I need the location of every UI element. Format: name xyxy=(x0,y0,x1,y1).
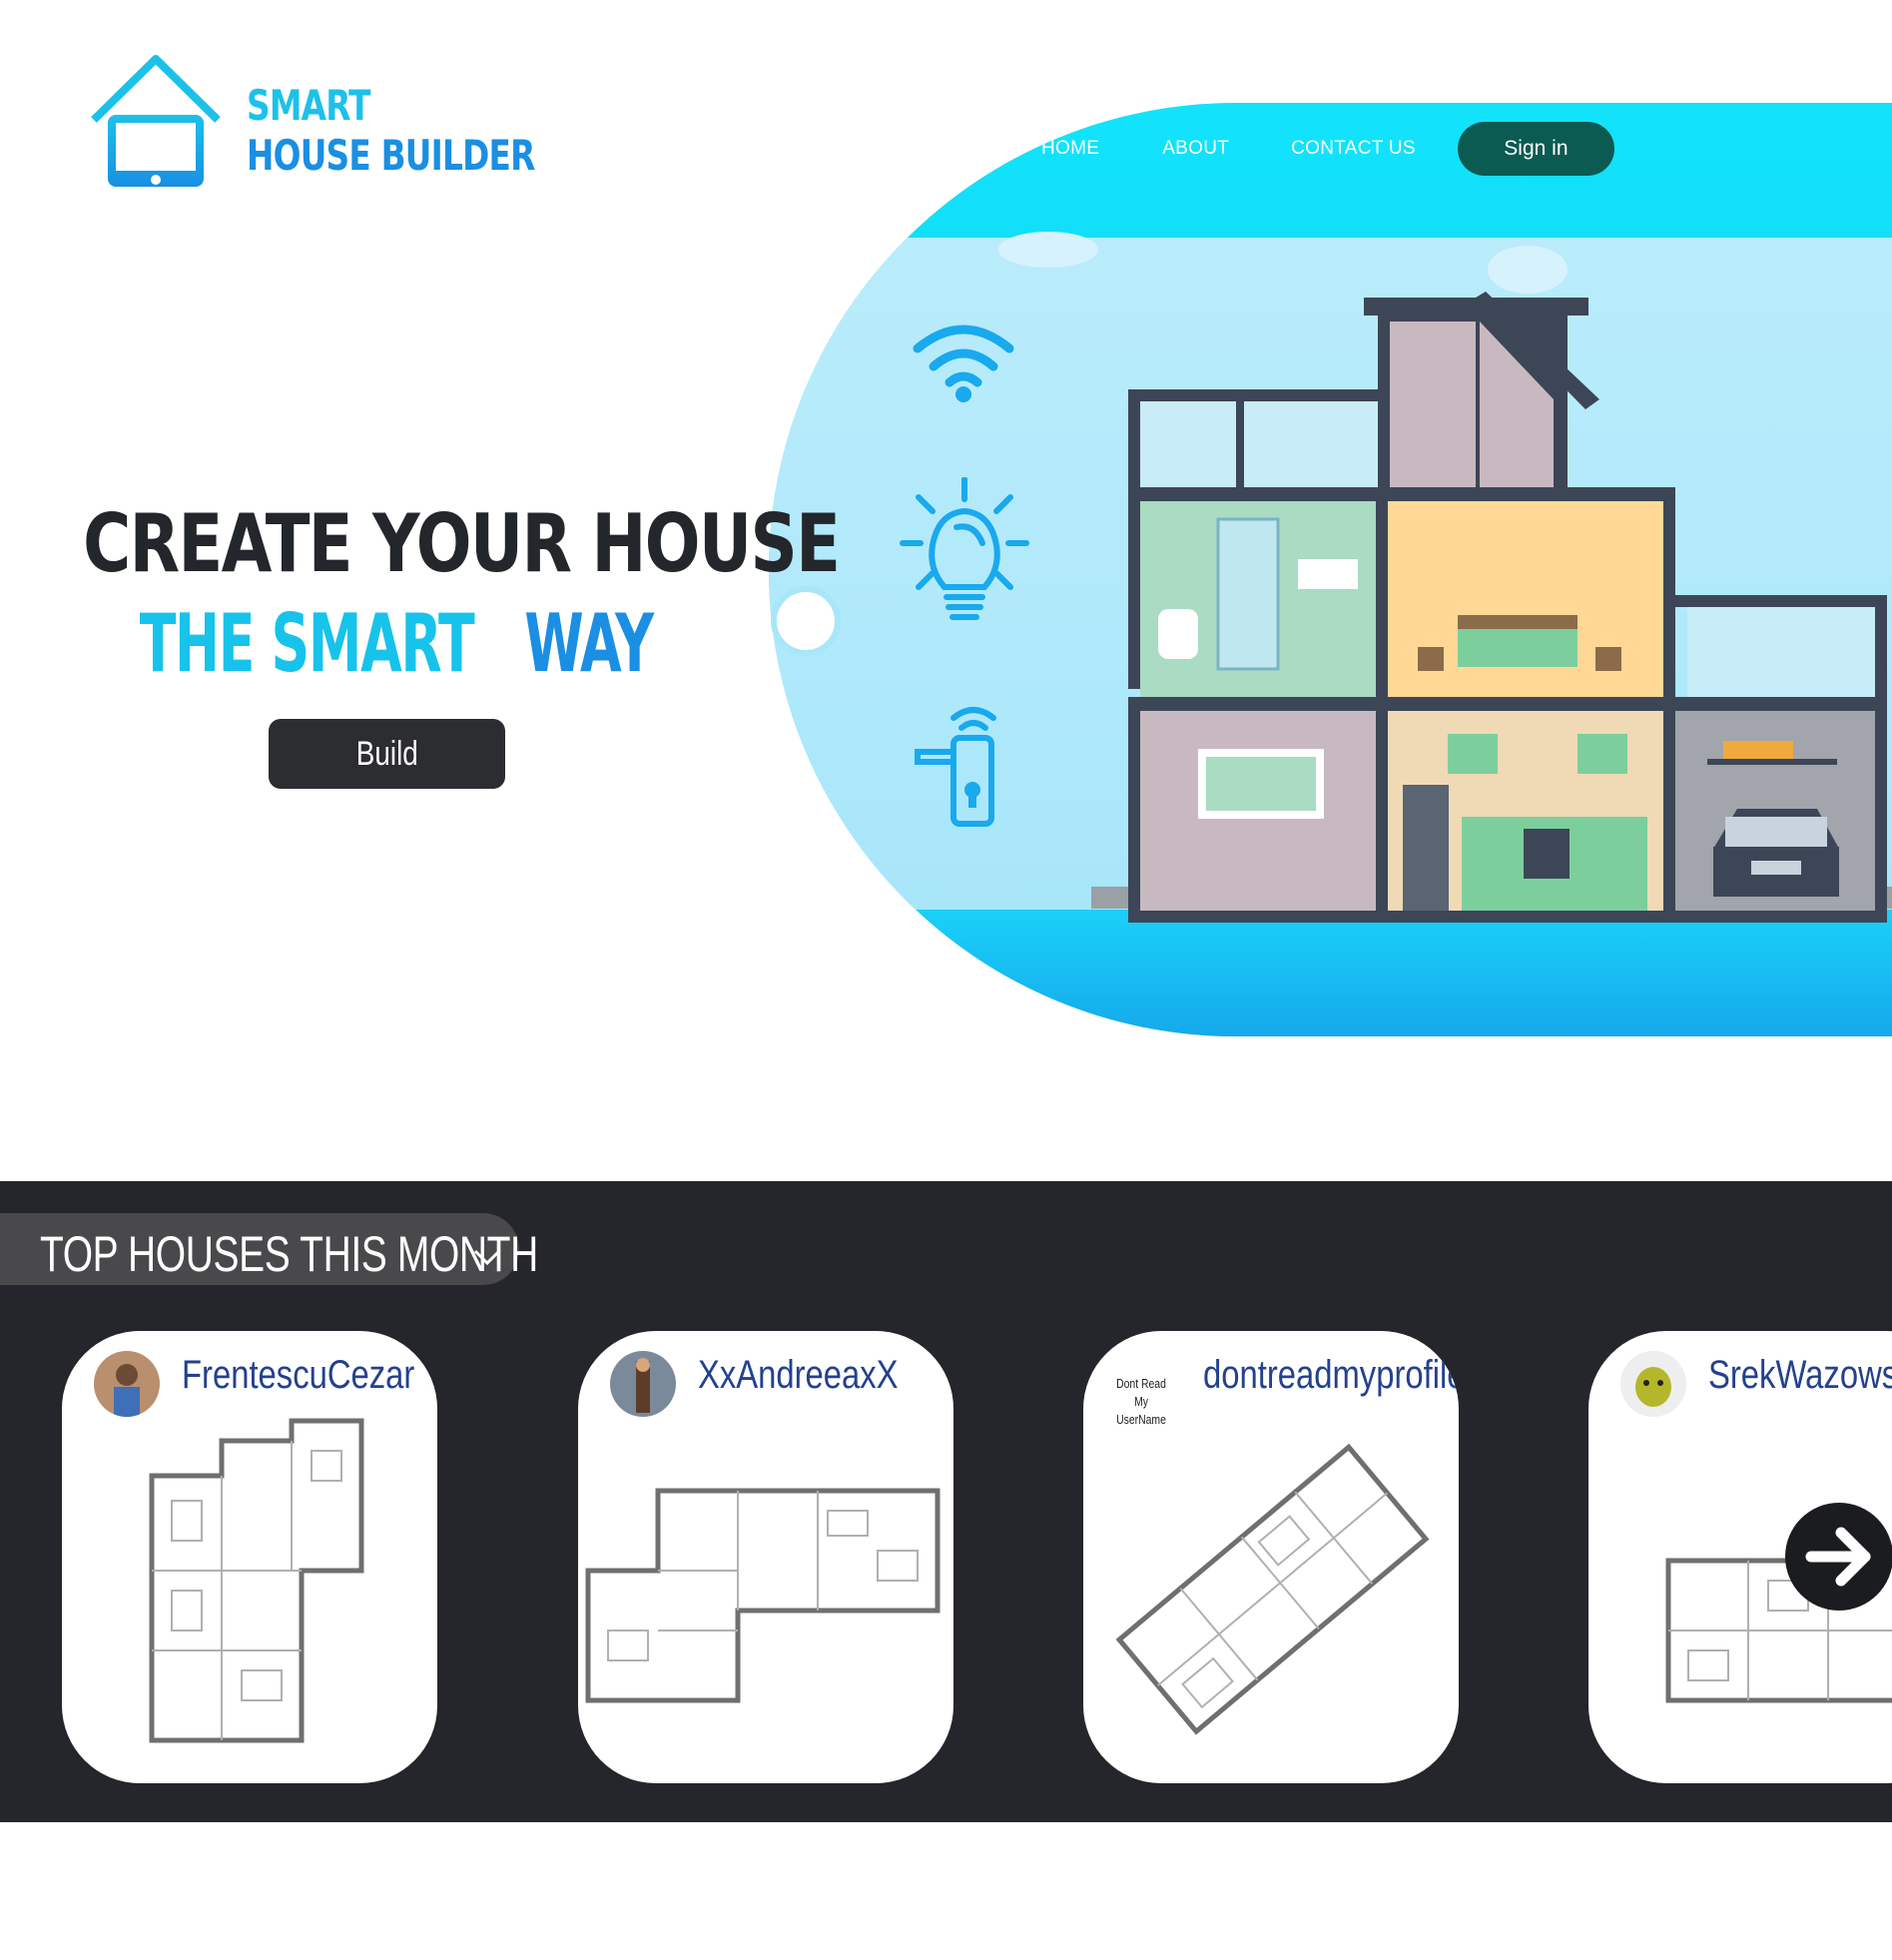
brand-name-line1: SMART xyxy=(247,81,371,130)
signin-button[interactable]: Sign in xyxy=(1457,122,1614,176)
avatar[interactable] xyxy=(1620,1351,1686,1417)
headline-line2-part1: THE SMART xyxy=(139,597,474,690)
nav-home[interactable]: HOME xyxy=(1041,138,1099,160)
hero-notch xyxy=(771,586,841,656)
main-nav: HOME ABOUT CONTACT US Sign in xyxy=(1041,122,1614,176)
card-username[interactable]: dontreadmyprofile xyxy=(1203,1353,1459,1398)
house-card[interactable]: Dont Read My UserName dontreadmyprofile xyxy=(1083,1331,1459,1783)
chevron-down-icon[interactable] xyxy=(472,1247,502,1267)
house-card[interactable]: FrentescuCezar xyxy=(62,1331,437,1783)
top-houses-section: TOP HOUSES THIS MONTH FrentescuCezar XxA… xyxy=(0,1181,1892,1822)
section-title: TOP HOUSES THIS MONTH xyxy=(40,1226,538,1282)
build-button[interactable]: Build xyxy=(269,719,505,789)
smart-house-illustration xyxy=(998,232,1892,923)
arrow-right-icon xyxy=(1805,1527,1871,1587)
hero-headline: CREATE YOUR HOUSE THE SMART WAY xyxy=(0,494,841,694)
brand-logo[interactable]: SMART HOUSE BUILDER xyxy=(90,55,549,195)
section-tab[interactable]: TOP HOUSES THIS MONTH xyxy=(0,1213,538,1285)
hero-ground xyxy=(769,910,1892,1036)
nav-contact[interactable]: CONTACT US xyxy=(1291,138,1416,160)
brand-name-line2: HOUSE BUILDER xyxy=(247,131,535,180)
avatar-caption: Dont Read My UserName xyxy=(1116,1376,1166,1427)
card-username[interactable]: SrekWazowski xyxy=(1708,1353,1892,1398)
nav-about[interactable]: ABOUT xyxy=(1162,138,1229,160)
house-tablet-icon xyxy=(91,55,221,187)
house-card[interactable]: XxAndreeaxX xyxy=(578,1331,953,1783)
card-username[interactable]: XxAndreeaxX xyxy=(698,1353,899,1398)
avatar[interactable] xyxy=(610,1351,676,1417)
card-username[interactable]: FrentescuCezar xyxy=(182,1353,414,1398)
headline-line1: CREATE YOUR HOUSE xyxy=(83,497,841,590)
next-arrow-button[interactable] xyxy=(1785,1503,1892,1611)
avatar[interactable] xyxy=(94,1351,160,1417)
build-button-label: Build xyxy=(355,734,418,773)
headline-line2-part2: WAY xyxy=(523,597,654,690)
